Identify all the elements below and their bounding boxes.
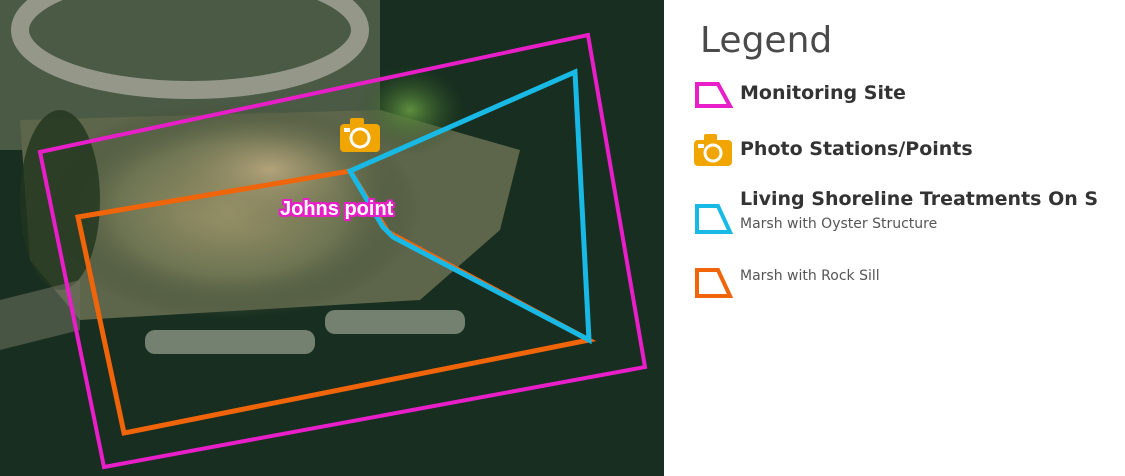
polygon-cyan-icon	[695, 204, 734, 234]
legend-label: Photo Stations/Points	[740, 138, 973, 160]
legend-label: Living Shoreline Treatments On S	[740, 188, 1099, 210]
site-label: Johns point	[280, 198, 394, 220]
legend-sublabel: Marsh with Rock Sill	[740, 268, 880, 284]
satellite-map[interactable]: Johns point	[0, 0, 664, 476]
polygon-orange-icon	[695, 268, 734, 298]
legend-label: Monitoring Site	[740, 82, 906, 104]
polygon-magenta-icon	[695, 82, 734, 108]
map-canvas	[0, 0, 664, 476]
legend-title: Legend	[700, 20, 833, 61]
legend-panel: Legend Monitoring Site Photo Stations/Po…	[664, 0, 1125, 476]
breakwater-left	[145, 330, 315, 354]
breakwater-right	[325, 310, 465, 334]
legend-sublabel: Marsh with Oyster Structure	[740, 216, 938, 232]
camera-icon	[694, 134, 732, 166]
